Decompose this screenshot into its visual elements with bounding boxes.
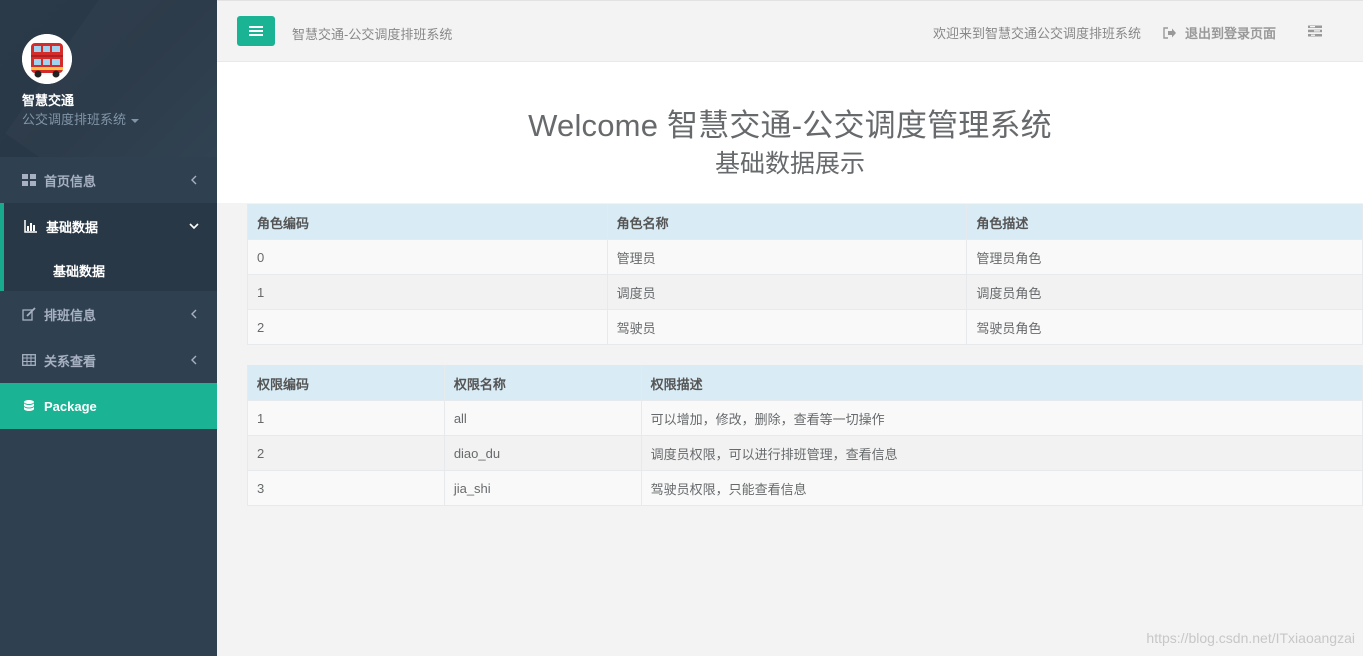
sidebar-item-label: 排班信息 <box>44 307 97 323</box>
table-cell: 管理员角色 <box>966 239 1363 275</box>
bar-chart-icon <box>24 219 38 233</box>
table-cell: 0 <box>247 239 608 275</box>
table-row: 0 管理员 管理员角色 <box>247 239 1363 275</box>
table-cell: 可以增加，修改，删除，查看等一切操作 <box>640 400 1363 436</box>
column-header: 角色描述 <box>966 204 1363 240</box>
table-cell: all <box>443 400 642 436</box>
profile-role-dropdown[interactable]: 公交调度排班系统 <box>22 109 140 128</box>
table-cell: 驾驶员权限，只能查看信息 <box>640 470 1363 506</box>
logout-link[interactable]: 退出到登录页面 <box>1163 23 1276 42</box>
sidebar-subitem-basic-data[interactable]: 基础数据 <box>4 249 217 291</box>
table-row: 2 diao_du 调度员权限，可以进行排班管理，查看信息 <box>247 435 1363 471</box>
table-cell: 2 <box>247 435 445 471</box>
sign-out-icon <box>1163 26 1176 39</box>
chevron-left-icon <box>189 308 199 320</box>
right-sidebar-toggle[interactable] <box>1308 25 1322 37</box>
column-header: 权限名称 <box>443 365 642 401</box>
profile-name: 智慧交通 <box>22 93 75 108</box>
sidebar-item-label: 基础数据 <box>46 219 99 235</box>
app-root: 智慧交通 公交调度排班系统 首页信息 基础数据 基础数据 排班信息 关系查看 P… <box>0 0 1363 656</box>
chevron-left-icon <box>189 354 199 366</box>
permissions-table: 权限编码 权限名称 权限描述 1 all 可以增加，修改，删除，查看等一切操作 … <box>247 365 1363 506</box>
welcome-banner: Welcome 智慧交通-公交调度管理系统 基础数据展示 <box>217 62 1363 203</box>
bus-avatar-icon <box>22 34 72 84</box>
sidebar-item-package[interactable]: Package <box>0 383 217 429</box>
tasks-icon <box>1308 25 1322 37</box>
sidebar-item-relations[interactable]: 关系查看 <box>0 337 217 383</box>
column-header: 权限描述 <box>640 365 1363 401</box>
sidebar-item-basic-data[interactable]: 基础数据 <box>4 203 217 249</box>
sidebar-item-home[interactable]: 首页信息 <box>0 157 217 203</box>
column-header: 角色名称 <box>606 204 968 240</box>
table-cell: diao_du <box>443 435 642 471</box>
logout-label: 退出到登录页面 <box>1185 26 1277 41</box>
table-cell: jia_shi <box>443 470 642 506</box>
sidebar-item-label: 首页信息 <box>44 173 97 189</box>
column-header: 角色编码 <box>247 204 608 240</box>
table-cell: 3 <box>247 470 445 506</box>
sidebar-group-basic-data: 基础数据 基础数据 <box>0 203 217 291</box>
table-row: 1 all 可以增加，修改，删除，查看等一切操作 <box>247 400 1363 436</box>
table-cell: 调度员角色 <box>966 274 1363 310</box>
profile-header: 智慧交通 公交调度排班系统 <box>0 0 217 157</box>
table-cell: 2 <box>247 309 608 345</box>
sidebar: 智慧交通 公交调度排班系统 首页信息 基础数据 基础数据 排班信息 关系查看 P… <box>0 0 217 656</box>
edit-icon <box>22 307 36 321</box>
table-cell: 1 <box>247 400 445 436</box>
table-cell: 调度员权限，可以进行排班管理，查看信息 <box>640 435 1363 471</box>
table-cell: 1 <box>247 274 608 310</box>
table-cell: 调度员 <box>606 274 968 310</box>
avatar[interactable] <box>22 34 72 84</box>
sidebar-toggle-button[interactable] <box>237 16 275 46</box>
app-title: 智慧交通-公交调度排班系统 <box>292 27 453 42</box>
table-cell: 管理员 <box>606 239 968 275</box>
table-cell: 驾驶员角色 <box>966 309 1363 345</box>
table-row: 3 jia_shi 驾驶员权限，只能查看信息 <box>247 470 1363 506</box>
page-title: Welcome 智慧交通-公交调度管理系统 <box>528 108 1052 143</box>
table-header-row: 权限编码 权限名称 权限描述 <box>247 365 1363 401</box>
chevron-left-icon <box>189 174 199 186</box>
roles-table: 角色编码 角色名称 角色描述 0 管理员 管理员角色 1 调度员 调度员角色 2… <box>247 204 1363 345</box>
page-subtitle: 基础数据展示 <box>714 150 865 178</box>
sidebar-item-label: Package <box>44 398 97 414</box>
sidebar-item-schedule[interactable]: 排班信息 <box>0 291 217 337</box>
caret-down-icon <box>131 118 140 123</box>
database-icon <box>22 399 36 413</box>
watermark: https://blog.csdn.net/ITxiaoangzai <box>1146 630 1355 646</box>
table-cell: 驾驶员 <box>606 309 968 345</box>
table-row: 1 调度员 调度员角色 <box>247 274 1363 310</box>
top-navbar: 智慧交通-公交调度排班系统 欢迎来到智慧交通公交调度排班系统 退出到登录页面 <box>217 0 1363 62</box>
chevron-down-icon <box>189 220 199 232</box>
hamburger-icon <box>249 26 263 36</box>
profile-role-label: 公交调度排班系统 <box>22 112 127 127</box>
welcome-message: 欢迎来到智慧交通公交调度排班系统 <box>933 26 1142 41</box>
table-icon <box>22 353 36 367</box>
dashboard-icon <box>22 173 36 187</box>
sidebar-item-label: 关系查看 <box>44 353 97 369</box>
table-header-row: 角色编码 角色名称 角色描述 <box>247 204 1363 240</box>
table-row: 2 驾驶员 驾驶员角色 <box>247 309 1363 345</box>
column-header: 权限编码 <box>247 365 445 401</box>
